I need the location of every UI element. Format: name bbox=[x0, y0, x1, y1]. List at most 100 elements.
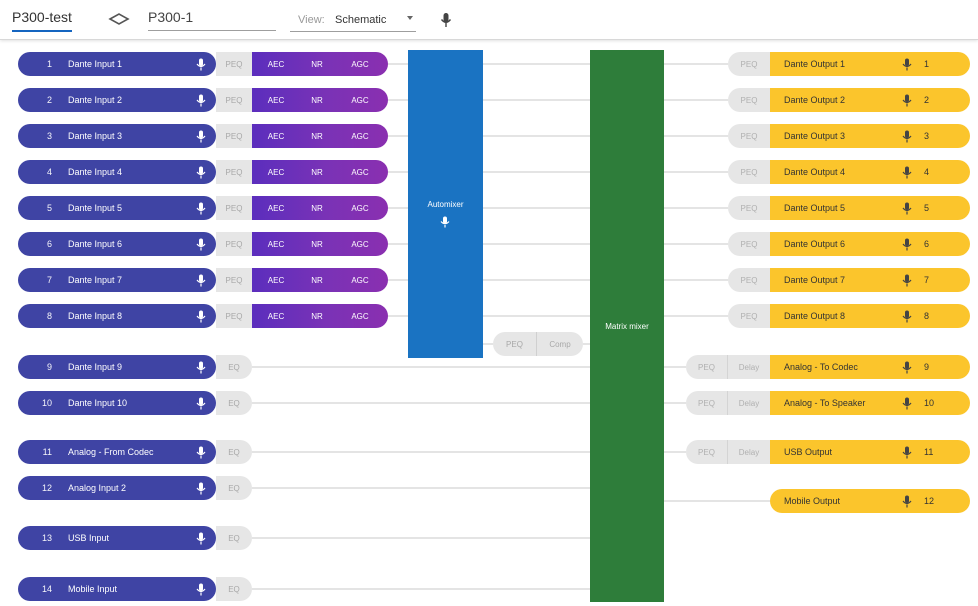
microphone-icon[interactable] bbox=[902, 166, 912, 179]
output-channel-button[interactable]: Dante Output 4 4 bbox=[770, 160, 970, 184]
output-peq-button[interactable]: PEQ bbox=[728, 232, 770, 256]
input-eq-button[interactable]: EQ bbox=[216, 355, 252, 379]
microphone-icon[interactable] bbox=[902, 202, 912, 215]
nr-button[interactable]: NR bbox=[300, 204, 334, 213]
agc-button[interactable]: AGC bbox=[340, 204, 380, 213]
microphone-icon[interactable] bbox=[196, 166, 206, 179]
output-channel-button[interactable]: Dante Output 8 8 bbox=[770, 304, 970, 328]
input-peq-button[interactable]: PEQ bbox=[216, 304, 252, 328]
input-channel-button[interactable]: 9 Dante Input 9 bbox=[18, 355, 216, 379]
microphone-icon[interactable] bbox=[196, 238, 206, 251]
nr-button[interactable]: NR bbox=[300, 168, 334, 177]
input-peq-button[interactable]: PEQ bbox=[216, 268, 252, 292]
input-channel-button[interactable]: 1 Dante Input 1 bbox=[18, 52, 216, 76]
nr-button[interactable]: NR bbox=[300, 132, 334, 141]
output-channel-button[interactable]: USB Output 11 bbox=[770, 440, 970, 464]
automixer-comp-button[interactable]: Comp bbox=[537, 332, 583, 356]
input-channel-button[interactable]: 10 Dante Input 10 bbox=[18, 391, 216, 415]
matrix-mixer-block[interactable]: Matrix mixer bbox=[590, 50, 664, 602]
input-peq-button[interactable]: PEQ bbox=[216, 196, 252, 220]
input-channel-button[interactable]: 12 Analog Input 2 bbox=[18, 476, 216, 500]
input-channel-button[interactable]: 5 Dante Input 5 bbox=[18, 196, 216, 220]
output-channel-button[interactable]: Mobile Output 12 bbox=[770, 489, 970, 513]
microphone-icon[interactable] bbox=[902, 310, 912, 323]
nr-button[interactable]: NR bbox=[300, 240, 334, 249]
microphone-icon[interactable] bbox=[196, 202, 206, 215]
output-peq-button[interactable]: PEQ bbox=[728, 88, 770, 112]
input-eq-button[interactable]: EQ bbox=[216, 440, 252, 464]
microphone-icon[interactable] bbox=[902, 361, 912, 374]
nr-button[interactable]: NR bbox=[300, 276, 334, 285]
output-channel-button[interactable]: Dante Output 6 6 bbox=[770, 232, 970, 256]
microphone-icon[interactable] bbox=[196, 397, 206, 410]
input-peq-button[interactable]: PEQ bbox=[216, 160, 252, 184]
aec-button[interactable]: AEC bbox=[258, 240, 294, 249]
microphone-icon[interactable] bbox=[196, 274, 206, 287]
output-delay-button[interactable]: Delay bbox=[728, 391, 770, 415]
microphone-icon[interactable] bbox=[196, 94, 206, 107]
aec-button[interactable]: AEC bbox=[258, 60, 294, 69]
aec-button[interactable]: AEC bbox=[258, 276, 294, 285]
input-peq-button[interactable]: PEQ bbox=[216, 124, 252, 148]
agc-button[interactable]: AGC bbox=[340, 276, 380, 285]
aec-button[interactable]: AEC bbox=[258, 312, 294, 321]
agc-button[interactable]: AGC bbox=[340, 60, 380, 69]
agc-button[interactable]: AGC bbox=[340, 168, 380, 177]
input-peq-button[interactable]: PEQ bbox=[216, 232, 252, 256]
output-peq-button[interactable]: PEQ bbox=[728, 52, 770, 76]
microphone-icon[interactable] bbox=[196, 446, 206, 459]
input-channel-button[interactable]: 8 Dante Input 8 bbox=[18, 304, 216, 328]
input-peq-button[interactable]: PEQ bbox=[216, 52, 252, 76]
output-peq-button[interactable]: PEQ bbox=[686, 440, 728, 464]
nr-button[interactable]: NR bbox=[300, 312, 334, 321]
output-channel-button[interactable]: Analog - To Speaker 10 bbox=[770, 391, 970, 415]
output-peq-button[interactable]: PEQ bbox=[728, 196, 770, 220]
automixer-block[interactable]: Automixer bbox=[408, 50, 483, 358]
output-peq-button[interactable]: PEQ bbox=[686, 355, 728, 379]
input-channel-button[interactable]: 4 Dante Input 4 bbox=[18, 160, 216, 184]
output-peq-button[interactable]: PEQ bbox=[728, 268, 770, 292]
output-delay-button[interactable]: Delay bbox=[728, 440, 770, 464]
microphone-icon[interactable] bbox=[902, 238, 912, 251]
link-icon[interactable] bbox=[108, 12, 130, 26]
input-channel-button[interactable]: 13 USB Input bbox=[18, 526, 216, 550]
agc-button[interactable]: AGC bbox=[340, 312, 380, 321]
aec-button[interactable]: AEC bbox=[258, 168, 294, 177]
agc-button[interactable]: AGC bbox=[340, 240, 380, 249]
nr-button[interactable]: NR bbox=[300, 96, 334, 105]
input-channel-button[interactable]: 6 Dante Input 6 bbox=[18, 232, 216, 256]
aec-button[interactable]: AEC bbox=[258, 132, 294, 141]
microphone-icon[interactable] bbox=[196, 583, 206, 596]
input-eq-button[interactable]: EQ bbox=[216, 577, 252, 601]
microphone-icon[interactable] bbox=[902, 58, 912, 71]
microphone-icon[interactable] bbox=[196, 130, 206, 143]
device-tab[interactable]: P300-test bbox=[12, 9, 72, 32]
output-peq-button[interactable]: PEQ bbox=[728, 124, 770, 148]
input-eq-button[interactable]: EQ bbox=[216, 391, 252, 415]
microphone-icon[interactable] bbox=[902, 446, 912, 459]
output-channel-button[interactable]: Dante Output 2 2 bbox=[770, 88, 970, 112]
aec-button[interactable]: AEC bbox=[258, 204, 294, 213]
microphone-icon[interactable] bbox=[196, 532, 206, 545]
input-channel-button[interactable]: 14 Mobile Input bbox=[18, 577, 216, 601]
microphone-icon[interactable] bbox=[196, 482, 206, 495]
output-channel-button[interactable]: Dante Output 7 7 bbox=[770, 268, 970, 292]
output-channel-button[interactable]: Analog - To Codec 9 bbox=[770, 355, 970, 379]
microphone-icon[interactable] bbox=[902, 397, 912, 410]
agc-button[interactable]: AGC bbox=[340, 132, 380, 141]
automixer-peq-button[interactable]: PEQ bbox=[493, 332, 537, 356]
output-channel-button[interactable]: Dante Output 1 1 bbox=[770, 52, 970, 76]
microphone-icon[interactable] bbox=[902, 94, 912, 107]
output-peq-button[interactable]: PEQ bbox=[728, 160, 770, 184]
output-channel-button[interactable]: Dante Output 5 5 bbox=[770, 196, 970, 220]
input-channel-button[interactable]: 3 Dante Input 3 bbox=[18, 124, 216, 148]
input-eq-button[interactable]: EQ bbox=[216, 476, 252, 500]
input-channel-button[interactable]: 2 Dante Input 2 bbox=[18, 88, 216, 112]
input-peq-button[interactable]: PEQ bbox=[216, 88, 252, 112]
device-name-field[interactable]: P300-1 bbox=[148, 9, 276, 31]
output-delay-button[interactable]: Delay bbox=[728, 355, 770, 379]
microphone-icon[interactable] bbox=[902, 495, 912, 508]
output-peq-button[interactable]: PEQ bbox=[686, 391, 728, 415]
output-channel-button[interactable]: Dante Output 3 3 bbox=[770, 124, 970, 148]
agc-button[interactable]: AGC bbox=[340, 96, 380, 105]
